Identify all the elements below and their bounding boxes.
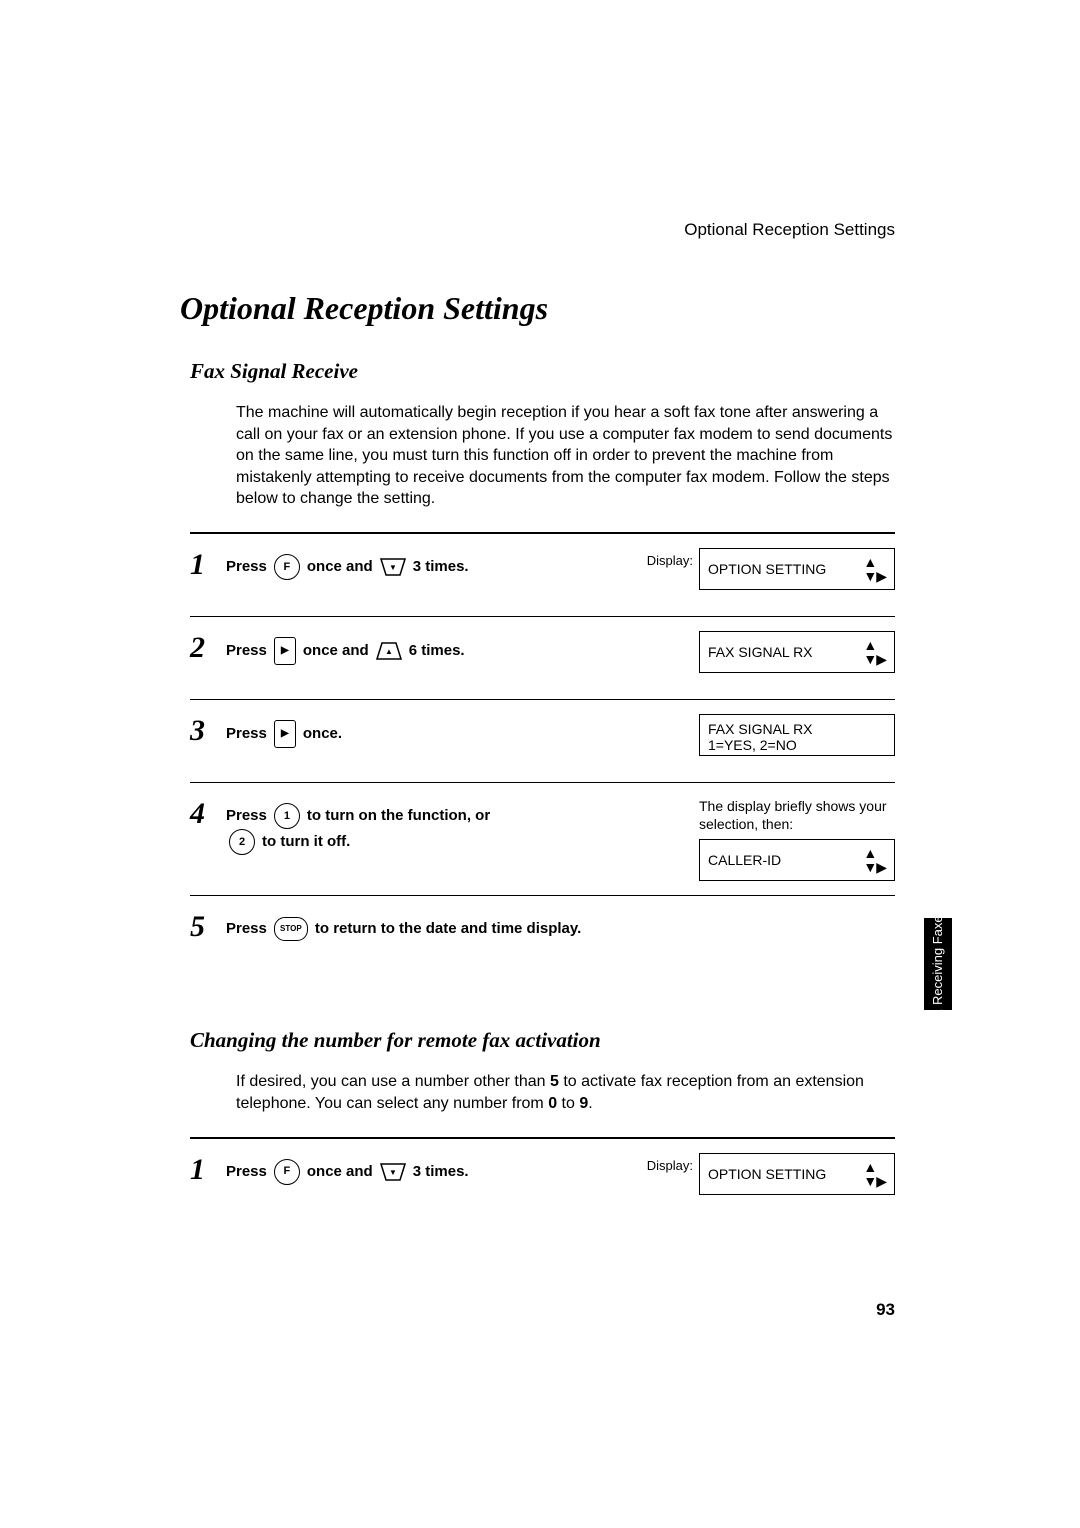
lcd-display: OPTION SETTING ▲▼▶ bbox=[699, 1153, 895, 1195]
lcd-text: OPTION SETTING bbox=[708, 561, 826, 577]
chapter-tab: 5. Receiving Faxes bbox=[924, 918, 952, 1010]
section2-body: If desired, you can use a number other t… bbox=[236, 1071, 895, 1114]
page-number: 93 bbox=[876, 1300, 895, 1320]
step-text: Press bbox=[226, 1159, 267, 1185]
lcd-text: OPTION SETTING bbox=[708, 1166, 826, 1182]
step-text: once and bbox=[307, 1159, 373, 1185]
step-number: 3 bbox=[190, 714, 226, 746]
svg-text:▲: ▲ bbox=[385, 647, 393, 656]
step-text: Press bbox=[226, 721, 267, 747]
section-heading-remote-activation: Changing the number for remote fax activ… bbox=[190, 1028, 895, 1053]
step-text: 3 times. bbox=[413, 1159, 469, 1185]
step-text: to turn it off. bbox=[262, 829, 350, 855]
step-row: 2 Press ▶ once and ▲ 6 times. FAX SIGNAL… bbox=[190, 617, 895, 700]
step-number: 1 bbox=[190, 548, 226, 580]
display-note: The display briefly shows your selection… bbox=[699, 797, 895, 833]
page-title: Optional Reception Settings bbox=[180, 290, 895, 327]
f-button-icon: F bbox=[274, 554, 300, 580]
nav-arrows-icon: ▲▼▶ bbox=[863, 846, 886, 874]
lcd-display: OPTION SETTING ▲▼▶ bbox=[699, 548, 895, 590]
stop-key-icon: STOP bbox=[274, 917, 308, 941]
lcd-text: FAX SIGNAL RX bbox=[708, 644, 813, 660]
display-label: Display: bbox=[647, 1158, 693, 1173]
step-number: 1 bbox=[190, 1153, 226, 1185]
step-row: 4 Press 1 to turn on the function, or 2 … bbox=[190, 783, 895, 896]
section-heading-fax-signal: Fax Signal Receive bbox=[190, 359, 895, 384]
step-text: to return to the date and time display. bbox=[315, 916, 581, 942]
f-button-icon: F bbox=[274, 1159, 300, 1185]
nav-arrows-icon: ▲▼▶ bbox=[863, 555, 886, 583]
step-text: Press bbox=[226, 916, 267, 942]
step-text: Press bbox=[226, 554, 267, 580]
step-text: 3 times. bbox=[413, 554, 469, 580]
right-key-icon: ▶ bbox=[274, 637, 296, 665]
section1-body: The machine will automatically begin rec… bbox=[236, 402, 895, 510]
lcd-text: 1=YES, 2=NO bbox=[708, 737, 797, 753]
step-row: 1 Press F once and ▼ 3 times. Display: bbox=[190, 534, 895, 617]
step-number: 4 bbox=[190, 797, 226, 829]
one-key-icon: 1 bbox=[274, 803, 300, 829]
lcd-display: FAX SIGNAL RX 1=YES, 2=NO bbox=[699, 714, 895, 756]
running-header: Optional Reception Settings bbox=[180, 220, 895, 240]
step-row: 5 Press STOP to return to the date and t… bbox=[190, 896, 895, 978]
lcd-display: CALLER-ID ▲▼▶ bbox=[699, 839, 895, 881]
step-text: once and bbox=[303, 638, 369, 664]
lcd-display: FAX SIGNAL RX ▲▼▶ bbox=[699, 631, 895, 673]
step-text: Press bbox=[226, 803, 267, 829]
nav-arrows-icon: ▲▼▶ bbox=[863, 638, 886, 666]
svg-text:▼: ▼ bbox=[389, 1168, 397, 1177]
two-key-icon: 2 bbox=[229, 829, 255, 855]
step-text: once and bbox=[307, 554, 373, 580]
step-row: 3 Press ▶ once. FAX SIGNAL RX 1=YES, 2=N… bbox=[190, 700, 895, 783]
steps-section-2: 1 Press F once and ▼ 3 times. Display: bbox=[190, 1137, 895, 1221]
down-key-icon: ▼ bbox=[380, 558, 406, 576]
step-number: 5 bbox=[190, 910, 226, 942]
step-text: Press bbox=[226, 638, 267, 664]
lcd-text: CALLER-ID bbox=[708, 852, 781, 868]
step-text: to turn on the function, or bbox=[307, 803, 490, 829]
step-text: 6 times. bbox=[409, 638, 465, 664]
lcd-text: FAX SIGNAL RX bbox=[708, 721, 813, 737]
steps-section-1: 1 Press F once and ▼ 3 times. Display: bbox=[190, 532, 895, 978]
step-row: 1 Press F once and ▼ 3 times. Display: bbox=[190, 1139, 895, 1221]
right-key-icon: ▶ bbox=[274, 720, 296, 748]
nav-arrows-icon: ▲▼▶ bbox=[863, 1160, 886, 1188]
down-key-icon: ▼ bbox=[380, 1163, 406, 1181]
display-label: Display: bbox=[647, 553, 693, 568]
step-text: once. bbox=[303, 721, 342, 747]
up-key-icon: ▲ bbox=[376, 642, 402, 660]
step-number: 2 bbox=[190, 631, 226, 663]
svg-text:▼: ▼ bbox=[389, 563, 397, 572]
